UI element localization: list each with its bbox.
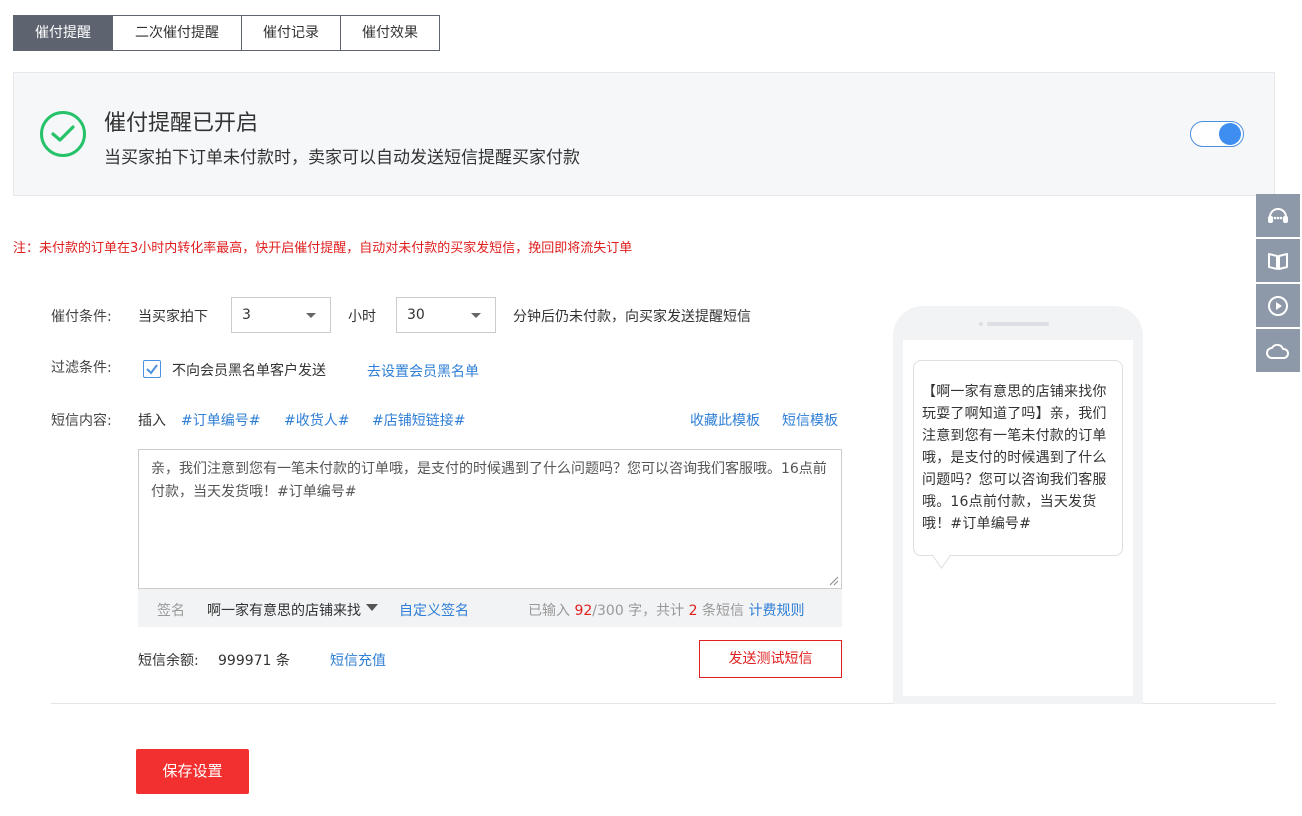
caret-down-icon[interactable] [366,604,378,611]
tab-bar: 催付提醒 二次催付提醒 催付记录 催付效果 [13,15,440,51]
minutes-select[interactable]: 30 [396,297,496,333]
billing-rules-link[interactable]: 计费规则 [748,603,804,619]
char-count: 已输入 92/300 字，共计 2 条短信 计费规则 [528,600,804,620]
resize-handle-icon[interactable] [829,576,839,586]
phone-screen: 【啊一家有意思的店铺来找你玩耍了啊知道了吗】亲，我们注意到您有一笔未付款的订单哦… [903,340,1133,696]
phone-speaker [987,322,1049,326]
hours-value: 3 [242,307,251,323]
send-test-sms-button[interactable]: 发送测试短信 [699,640,842,678]
condition-label: 催付条件: [51,309,112,325]
condition-suffix: 分钟后仍未付款，向买家发送提醒短信 [513,309,751,325]
sms-label: 短信内容: [51,413,112,429]
play-icon[interactable] [1256,284,1300,327]
tab-reminder[interactable]: 催付提醒 [14,16,113,50]
insert-label: 插入 [138,413,166,429]
sms-content-text: 亲，我们注意到您有一笔未付款的订单哦，是支付的时候遇到了什么问题吗？您可以咨询我… [151,461,827,500]
phone-preview: 【啊一家有意思的店铺来找你玩耍了啊知道了吗】亲，我们注意到您有一笔未付款的订单哦… [893,306,1143,704]
count-typed: 92 [574,603,593,619]
chevron-down-icon [471,313,481,318]
side-toolbar [1256,194,1300,374]
status-panel: 催付提醒已开启 当买家拍下订单未付款时，卖家可以自动发送短信提醒买家付款 [13,72,1275,196]
hours-select[interactable]: 3 [231,297,331,333]
count-max: /300 字，共计 [592,603,685,619]
sms-preview-text: 【啊一家有意思的店铺来找你玩耍了啊知道了吗】亲，我们注意到您有一笔未付款的订单哦… [922,384,1107,532]
enable-toggle[interactable] [1190,121,1244,147]
tab-effects[interactable]: 催付效果 [341,16,439,50]
filter-label: 过滤条件: [51,360,112,376]
signature-value: 啊一家有意思的店铺来找 [207,603,361,619]
set-blacklist-link[interactable]: 去设置会员黑名单 [367,361,479,381]
count-prefix: 已输入 [528,603,570,619]
count-suffix: 条短信 [702,603,744,619]
tab-second-reminder[interactable]: 二次催付提醒 [113,16,242,50]
tab-records[interactable]: 催付记录 [242,16,341,50]
count-sms: 2 [688,603,698,619]
bubble-tail [932,544,951,569]
insert-order-number-tag[interactable]: #订单编号# [181,410,260,430]
insert-receiver-tag[interactable]: #收货人# [284,410,349,430]
blacklist-checkbox-label: 不向会员黑名单客户发送 [172,363,326,379]
chevron-down-icon [306,313,316,318]
sms-preview-bubble: 【啊一家有意思的店铺来找你玩耍了啊知道了吗】亲，我们注意到您有一笔未付款的订单哦… [913,360,1123,569]
blacklist-checkbox[interactable] [143,360,161,378]
signature-bar: 签名 啊一家有意思的店铺来找 自定义签名 已输入 92/300 字，共计 2 条… [138,589,842,627]
balance-value: 999971 条 [218,653,290,669]
notice-text: 注：未付款的订单在3小时内转化率最高，快开启催付提醒，自动对未付款的买家发短信，… [13,241,633,256]
save-settings-button[interactable]: 保存设置 [136,749,249,794]
balance-label: 短信余额: [138,653,199,669]
status-title: 催付提醒已开启 [104,111,259,136]
toggle-knob [1219,123,1241,145]
minutes-value: 30 [407,307,425,323]
cloud-icon[interactable] [1256,329,1300,372]
save-template-link[interactable]: 收藏此模板 [690,410,760,430]
custom-signature-link[interactable]: 自定义签名 [399,600,469,620]
hours-unit: 小时 [348,309,376,325]
recharge-link[interactable]: 短信充值 [330,650,386,670]
sms-content-textarea[interactable]: 亲，我们注意到您有一笔未付款的订单哦，是支付的时候遇到了什么问题吗？您可以咨询我… [138,449,842,589]
customer-service-icon[interactable] [1256,194,1300,237]
book-icon[interactable] [1256,239,1300,282]
status-description: 当买家拍下订单未付款时，卖家可以自动发送短信提醒买家付款 [104,148,580,168]
phone-camera [979,322,983,326]
insert-shop-link-tag[interactable]: #店铺短链接# [372,410,465,430]
sms-templates-link[interactable]: 短信模板 [782,410,838,430]
signature-select[interactable]: 啊一家有意思的店铺来找 [207,600,367,620]
condition-prefix: 当买家拍下 [138,309,208,325]
signature-label: 签名 [157,603,185,619]
check-circle-icon [40,111,86,157]
